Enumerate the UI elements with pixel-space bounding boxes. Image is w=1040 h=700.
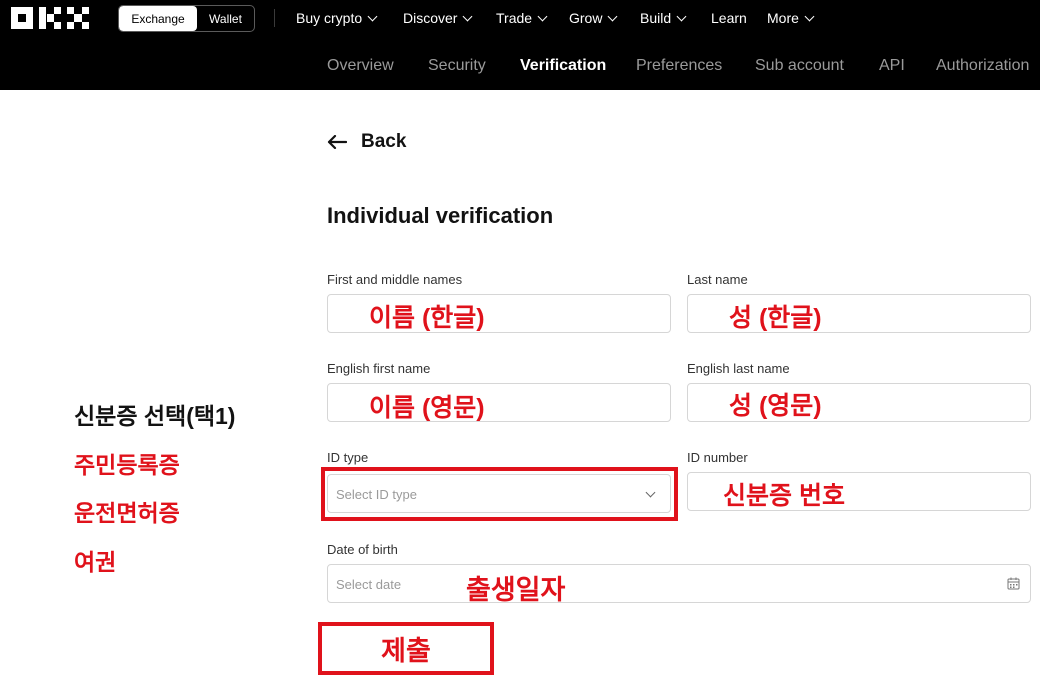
- tab-authorization[interactable]: Authorization: [936, 57, 1029, 75]
- nav-buy-crypto[interactable]: Buy crypto: [296, 10, 378, 26]
- first-name-annotation: 이름 (한글): [369, 304, 485, 332]
- chevron-down-icon: [804, 11, 815, 21]
- nav-label: Learn: [711, 10, 747, 26]
- id-option-passport: 여권: [74, 549, 117, 575]
- tab-preferences[interactable]: Preferences: [636, 57, 722, 75]
- exchange-wallet-toggle: Exchange Wallet: [118, 5, 255, 32]
- top-header: Exchange Wallet Buy crypto Discover Trad…: [0, 0, 1040, 90]
- english-first-name-label: English first name: [327, 361, 431, 376]
- id-option-drivers-license: 운전면허증: [74, 500, 180, 526]
- dob-date-picker[interactable]: Select date: [327, 564, 1031, 603]
- tab-overview[interactable]: Overview: [327, 57, 394, 75]
- okx-logo[interactable]: [11, 7, 91, 29]
- english-first-name-annotation: 이름 (영문): [369, 394, 485, 422]
- chevron-down-icon: [608, 11, 618, 21]
- english-last-name-label: English last name: [687, 361, 790, 376]
- id-type-select[interactable]: Select ID type: [327, 474, 671, 513]
- tab-verification[interactable]: Verification: [520, 57, 606, 75]
- dob-annotation: 출생일자: [466, 575, 566, 605]
- nav-label: Grow: [569, 10, 603, 26]
- chevron-down-icon: [463, 11, 473, 21]
- wallet-tab[interactable]: Wallet: [197, 6, 254, 31]
- exchange-tab[interactable]: Exchange: [119, 6, 197, 31]
- id-number-label: ID number: [687, 450, 748, 465]
- chevron-down-icon: [676, 11, 687, 21]
- nav-label: Buy crypto: [296, 10, 363, 26]
- last-name-label: Last name: [687, 272, 748, 287]
- nav-label: Trade: [496, 10, 533, 26]
- nav-build[interactable]: Build: [640, 10, 687, 26]
- first-name-label: First and middle names: [327, 272, 463, 287]
- calendar-icon: [1007, 577, 1020, 590]
- dob-label: Date of birth: [327, 542, 398, 557]
- chevron-down-icon: [367, 11, 378, 21]
- nav-learn[interactable]: Learn: [711, 10, 747, 26]
- back-label: Back: [361, 131, 407, 152]
- tab-security[interactable]: Security: [428, 57, 486, 75]
- id-type-label: ID type: [327, 450, 369, 465]
- english-last-name-annotation: 성 (영문): [729, 392, 822, 420]
- back-button[interactable]: Back: [327, 131, 406, 153]
- nav-grow[interactable]: Grow: [569, 10, 618, 26]
- nav-more[interactable]: More: [767, 10, 815, 26]
- nav-label: Discover: [403, 10, 458, 26]
- nav-trade[interactable]: Trade: [496, 10, 548, 26]
- id-type-placeholder: Select ID type: [336, 487, 417, 502]
- last-name-annotation: 성 (한글): [729, 304, 822, 332]
- nav-divider: [274, 9, 275, 27]
- chevron-down-icon: [537, 11, 548, 21]
- id-option-resident-card: 주민등록증: [74, 452, 180, 478]
- dob-placeholder: Select date: [336, 577, 402, 592]
- arrow-left-icon: [327, 135, 347, 149]
- submit-button[interactable]: 제출: [318, 622, 494, 675]
- id-selection-note-title: 신분증 선택(택1): [74, 403, 236, 429]
- page-title: Individual verification: [327, 203, 554, 228]
- tab-api[interactable]: API: [879, 57, 905, 75]
- nav-discover[interactable]: Discover: [403, 10, 473, 26]
- submit-annotation: 제출: [381, 636, 431, 666]
- id-number-annotation: 신분증 번호: [723, 482, 845, 510]
- chevron-down-icon: [645, 487, 656, 498]
- nav-label: Build: [640, 10, 672, 26]
- tab-sub-account[interactable]: Sub account: [755, 57, 844, 75]
- nav-label: More: [767, 10, 799, 26]
